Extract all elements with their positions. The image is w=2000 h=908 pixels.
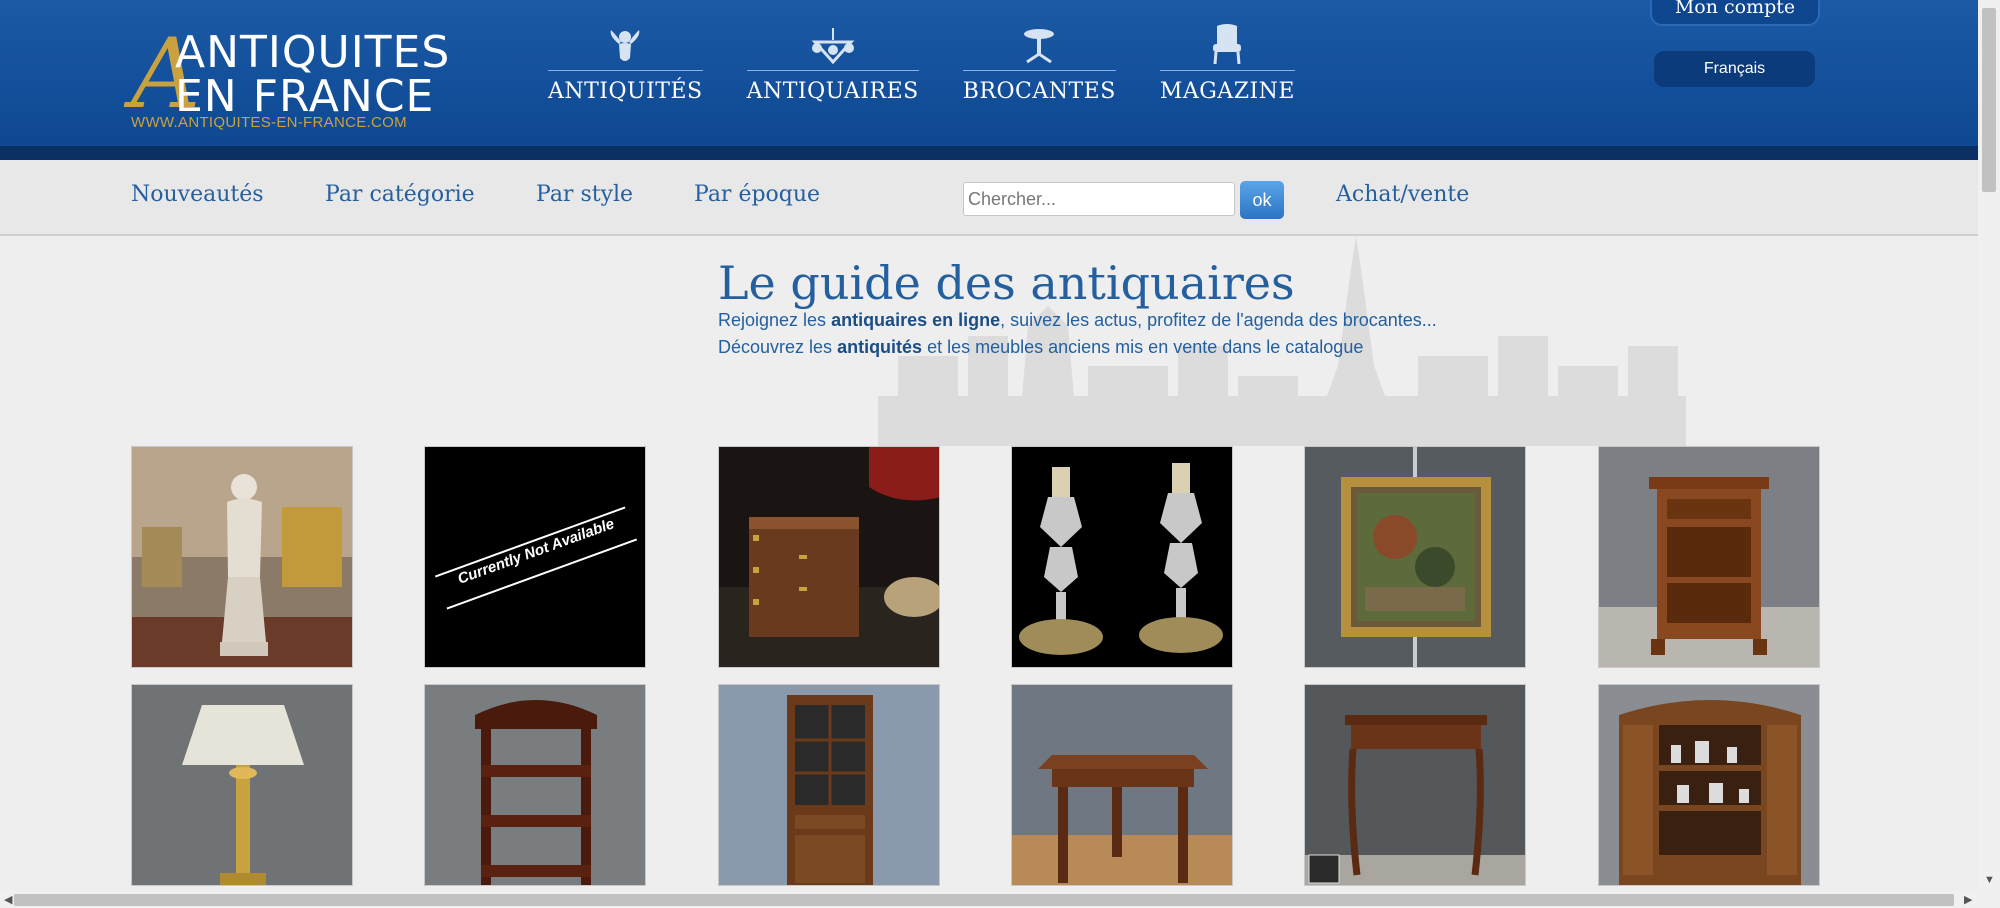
language-selector[interactable]: Français <box>1654 51 1815 87</box>
header-divider <box>0 146 1978 160</box>
product-tile-square-table[interactable] <box>1011 684 1233 886</box>
product-tile-carved-cabinet[interactable] <box>1598 684 1820 886</box>
subnav-par-style[interactable]: Par style <box>536 182 633 207</box>
link-antiquites[interactable]: antiquités <box>837 337 922 357</box>
scroll-down-arrow-icon[interactable]: ▼ <box>1984 874 1995 886</box>
scroll-left-arrow-icon[interactable]: ◀ <box>4 893 12 906</box>
hero-line-1: Rejoignez les antiquaires en ligne, suiv… <box>718 310 1437 330</box>
search-button[interactable]: ok <box>1240 181 1284 219</box>
scroll-right-arrow-icon[interactable]: ▶ <box>1964 893 1972 906</box>
secondary-nav: Nouveautés Par catégorie Par style Par é… <box>0 160 1978 236</box>
search-input[interactable] <box>963 182 1235 216</box>
product-tile-console-table[interactable] <box>1304 684 1526 886</box>
account-label: Mon compte <box>1674 0 1796 18</box>
armchair-icon <box>1207 22 1247 66</box>
site-logo[interactable]: A ANTIQUITES EN FRANCE WWW.ANTIQUITES-EN… <box>131 26 451 134</box>
nav-label: ANTIQUITÉS <box>548 79 703 104</box>
product-tile-wall-shelf[interactable] <box>424 684 646 886</box>
subnav-par-categorie[interactable]: Par catégorie <box>325 182 475 207</box>
horizontal-scroll-thumb[interactable] <box>14 894 1954 906</box>
link-antiquaires-en-ligne[interactable]: antiquaires en ligne <box>831 310 1000 330</box>
nav-brocantes[interactable]: BROCANTES <box>962 22 1116 104</box>
product-tile-wooden-box[interactable] <box>718 446 940 668</box>
vertical-scroll-thumb[interactable] <box>1982 8 1996 192</box>
nav-antiquaires[interactable]: ANTIQUAIRES <box>746 22 919 104</box>
product-tile-unavailable[interactable]: Currently Not Available <box>424 446 646 668</box>
subnav-achat-vente[interactable]: Achat/vente <box>1336 182 1469 207</box>
nav-antiquites[interactable]: ANTIQUITÉS <box>548 22 703 104</box>
chandelier-icon <box>809 22 857 66</box>
my-account-button[interactable]: Mon compte <box>1650 0 1820 26</box>
cherub-icon <box>605 22 645 66</box>
subnav-par-epoque[interactable]: Par époque <box>694 182 820 207</box>
product-tile-glass-cabinet[interactable] <box>718 684 940 886</box>
subnav-nouveautes[interactable]: Nouveautés <box>131 182 264 207</box>
nav-magazine[interactable]: MAGAZINE <box>1159 22 1295 104</box>
nav-label: MAGAZINE <box>1159 79 1295 104</box>
product-tile-crystal-candlesticks[interactable] <box>1011 446 1233 668</box>
product-tile-venus-statue[interactable] <box>131 446 353 668</box>
gueridon-table-icon <box>1019 22 1059 66</box>
nav-label: ANTIQUAIRES <box>746 79 919 104</box>
hero-line-2: Découvrez les antiquités et les meubles … <box>718 337 1364 357</box>
logo-url: WWW.ANTIQUITES-EN-FRANCE.COM <box>131 114 407 131</box>
main-nav: ANTIQUITÉS ANTIQUAIRES BROCANTES MAGAZIN… <box>548 22 1295 104</box>
nav-label: BROCANTES <box>962 79 1116 104</box>
product-tile-bedside-cabinet[interactable] <box>1598 446 1820 668</box>
page-title: Le guide des antiquaires <box>718 256 1295 310</box>
product-tile-framed-painting[interactable] <box>1304 446 1526 668</box>
product-tile-table-lamp[interactable] <box>131 684 353 886</box>
